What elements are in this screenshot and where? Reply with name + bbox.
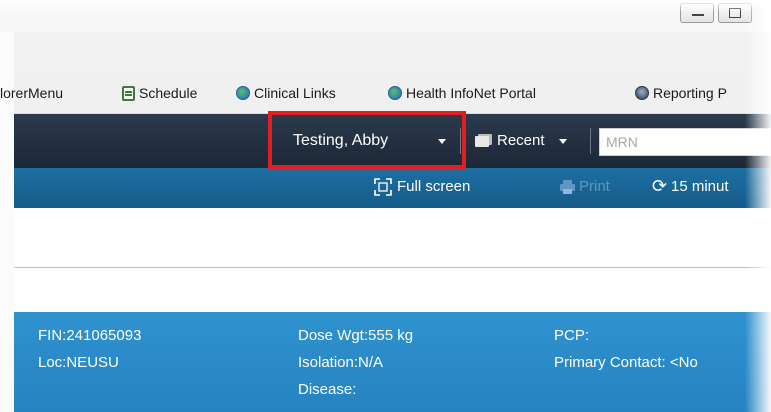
link-label: Reporting P [653,85,727,101]
link-schedule[interactable]: Schedule [122,85,197,101]
dose-weight: Dose Wgt:555 kg [298,327,414,344]
schedule-icon [122,85,135,101]
chevron-down-icon[interactable] [559,139,567,144]
link-reporting[interactable]: Reporting P [635,85,727,101]
link-clinical-links[interactable]: Clinical Links [236,85,336,101]
disease: Disease: [298,381,357,398]
link-label: Health InfoNet Portal [406,85,536,101]
link-label: Schedule [139,85,198,101]
link-health-infonet-portal[interactable]: Health InfoNet Portal [388,85,536,101]
chevron-down-icon[interactable] [438,139,446,144]
pcp: PCP: [554,327,590,344]
app-window: lorerMenu Schedule Clinical Links Health… [0,0,771,412]
patient-name[interactable]: Testing, Abby [293,132,388,150]
primary-contact: Primary Contact: <No [554,354,698,371]
menu-strip [14,32,771,76]
refresh-interval[interactable]: 15 minut [671,178,729,195]
patient-toolbar: Full screen Print ⟳ 15 minut [14,168,771,208]
restore-icon [729,8,741,18]
fin-number: FIN:241065093 [38,327,142,344]
reporting-icon [635,86,649,100]
globe-icon [388,86,402,100]
minimize-button[interactable] [680,3,714,23]
divider [460,128,461,154]
minimize-icon [692,14,704,16]
content-area [14,208,771,312]
folder-icon [475,134,492,147]
refresh-icon[interactable]: ⟳ [652,177,667,195]
full-screen-button[interactable]: Full screen [397,178,470,195]
globe-icon [236,86,250,100]
restore-button[interactable] [718,3,752,23]
toolbar-links: lorerMenu Schedule Clinical Links Health… [0,76,771,114]
link-label: lorerMenu [0,85,64,101]
full-screen-icon [374,178,392,196]
print-icon [560,180,575,194]
recent-button[interactable]: Recent [497,132,545,149]
isolation: Isolation:N/A [298,354,384,371]
link-explorer-menu[interactable]: lorerMenu [0,85,63,101]
window-title-strip [0,0,771,32]
divider [590,128,591,154]
patient-banner: FIN:241065093 Loc:NEUSU Dose Wgt:555 kg … [14,312,771,412]
mrn-search-input[interactable] [599,128,771,156]
link-label: Clinical Links [254,85,336,101]
divider-line [14,267,771,268]
location: Loc:NEUSU [38,354,119,371]
print-button[interactable]: Print [579,178,610,195]
